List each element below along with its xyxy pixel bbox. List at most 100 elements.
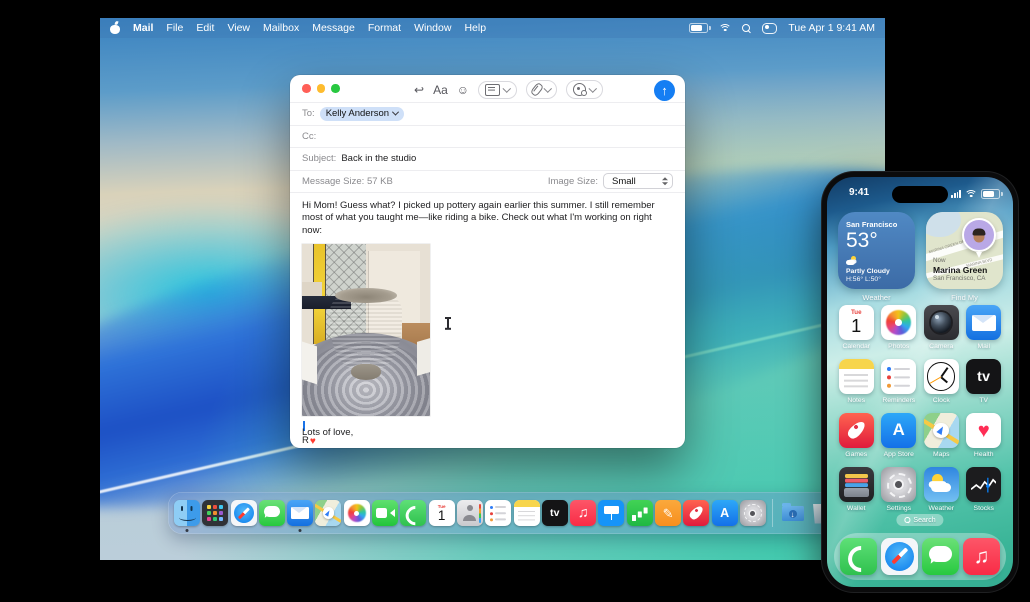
app-notes[interactable]: Notes: [835, 359, 878, 404]
apple-tv-icon: tv: [541, 500, 568, 526]
dock-item-numbers[interactable]: [626, 500, 653, 526]
app-health[interactable]: ♥ Health: [963, 413, 1006, 458]
messages-icon[interactable]: [921, 537, 960, 576]
phone-icon[interactable]: [839, 537, 878, 576]
pages-icon: ✎: [655, 500, 682, 526]
safari-icon[interactable]: [880, 537, 919, 576]
emoji-icon[interactable]: ☺: [457, 84, 469, 96]
dock-item-photos[interactable]: [343, 500, 370, 526]
app-settings[interactable]: Settings: [878, 467, 921, 512]
app-games[interactable]: Games: [835, 413, 878, 458]
menu-help[interactable]: Help: [464, 22, 486, 34]
message-body[interactable]: Hi Mom! Guess what? I picked up pottery …: [290, 192, 685, 448]
insert-media-button[interactable]: [566, 80, 603, 99]
dock-item-finder[interactable]: [174, 500, 200, 532]
dock-item-appstore[interactable]: A: [711, 500, 738, 526]
menu-file[interactable]: File: [166, 22, 183, 34]
app-wallet[interactable]: Wallet: [835, 467, 878, 512]
subject-value: Back in the studio: [341, 153, 417, 165]
pottery-photo[interactable]: [302, 244, 430, 417]
minimize-button[interactable]: [316, 84, 325, 93]
zoom-button[interactable]: [331, 84, 340, 93]
chevron-down-icon: [392, 108, 400, 116]
chevron-down-icon: [588, 84, 597, 92]
dock-item-music[interactable]: ♫: [570, 500, 597, 526]
app-clock[interactable]: Clock: [920, 359, 963, 404]
dock-item-notes[interactable]: [513, 500, 540, 526]
wifi-icon[interactable]: [718, 23, 732, 33]
app-label: Weather: [928, 505, 955, 513]
dock-item-settings[interactable]: [739, 500, 766, 526]
menu-edit[interactable]: Edit: [196, 22, 214, 34]
dock-item-contacts[interactable]: [456, 500, 483, 526]
apple-menu-icon[interactable]: [110, 22, 120, 34]
dock-item-mail[interactable]: [287, 500, 314, 532]
app-camera[interactable]: Camera: [920, 305, 963, 350]
mail-icon: [966, 305, 1002, 341]
maps-arrow-icon: [322, 507, 335, 519]
dock-item-launchpad[interactable]: [202, 500, 229, 526]
app-reminders[interactable]: Reminders: [878, 359, 921, 404]
recipient-pill[interactable]: Kelly Anderson: [319, 106, 405, 121]
send-button[interactable]: ↑: [654, 80, 675, 101]
traffic-lights: [302, 84, 340, 93]
pen-glyph: ✎: [662, 505, 674, 521]
battery-icon[interactable]: [689, 23, 711, 33]
to-field[interactable]: To: Kelly Anderson: [290, 102, 685, 125]
menu-mailbox[interactable]: Mailbox: [263, 22, 299, 34]
image-size-select[interactable]: Small: [603, 173, 673, 190]
stepper-icon: [662, 177, 668, 185]
dock-item-facetime[interactable]: [372, 500, 399, 526]
dynamic-island: [892, 186, 948, 203]
app-calendar[interactable]: Tue 1 Calendar: [835, 305, 878, 350]
header-fields-button[interactable]: [478, 80, 517, 99]
dock-item-safari[interactable]: [230, 500, 257, 526]
menu-format[interactable]: Format: [368, 22, 401, 34]
app-stocks[interactable]: Stocks: [963, 467, 1006, 512]
settings-gear-icon: [881, 467, 917, 503]
menu-window[interactable]: Window: [414, 22, 451, 34]
music-icon[interactable]: ♫: [962, 537, 1001, 576]
app-mail[interactable]: Mail: [963, 305, 1006, 350]
app-label: Stocks: [973, 505, 994, 513]
search-icon[interactable]: [742, 23, 751, 33]
dock-item-messages[interactable]: [258, 500, 285, 526]
subject-field[interactable]: Subject: Back in the studio: [290, 147, 685, 170]
menu-message[interactable]: Message: [312, 22, 355, 34]
menu-app-name[interactable]: Mail: [133, 22, 153, 34]
running-indicator: [298, 529, 302, 532]
dock-item-pages[interactable]: ✎: [655, 500, 682, 526]
app-label: Calendar: [842, 343, 871, 351]
dock-item-phone[interactable]: [400, 500, 427, 526]
undo-icon[interactable]: ↩: [414, 84, 424, 96]
dock-item-tv[interactable]: tv: [541, 500, 568, 526]
dock-item-calendar[interactable]: Tue 1: [428, 500, 455, 526]
attachment-button[interactable]: [525, 80, 558, 99]
mail-icon: [287, 500, 314, 526]
fonts-icon[interactable]: Aa: [433, 84, 448, 96]
control-center-icon[interactable]: [762, 22, 778, 34]
app-weather[interactable]: Weather: [920, 467, 963, 512]
app-appstore[interactable]: A App Store: [878, 413, 921, 458]
cc-field[interactable]: Cc:: [290, 124, 685, 148]
findmy-widget-card[interactable]: MARINA GREEN DR MARINA BLVD Now Marina G…: [926, 212, 1003, 289]
findmy-widget[interactable]: MARINA GREEN DR MARINA BLVD Now Marina G…: [926, 212, 1003, 302]
app-tv[interactable]: tv TV: [963, 359, 1006, 404]
close-button[interactable]: [302, 84, 311, 93]
app-photos[interactable]: Photos: [878, 305, 921, 350]
clock-icon: [923, 359, 959, 395]
weather-widget-card[interactable]: San Francisco 53° Partly Cloudy H:56° L:…: [838, 212, 915, 289]
menu-view[interactable]: View: [227, 22, 250, 34]
photo-pot-base: [350, 364, 382, 380]
numbers-icon: [626, 500, 653, 526]
dock-item-games[interactable]: [683, 500, 710, 526]
dock-item-keynote[interactable]: [598, 500, 625, 526]
dock-item-downloads[interactable]: ↓: [780, 500, 806, 526]
dock-item-maps[interactable]: [315, 500, 342, 526]
menu-bar-clock[interactable]: Tue Apr 1 9:41 AM: [788, 22, 875, 34]
dock-item-reminders[interactable]: [485, 500, 512, 526]
health-icon: ♥: [966, 413, 1002, 449]
weather-widget[interactable]: San Francisco 53° Partly Cloudy H:56° L:…: [838, 212, 915, 302]
app-maps[interactable]: Maps: [920, 413, 963, 458]
spotlight-search-pill[interactable]: Search: [896, 514, 944, 526]
